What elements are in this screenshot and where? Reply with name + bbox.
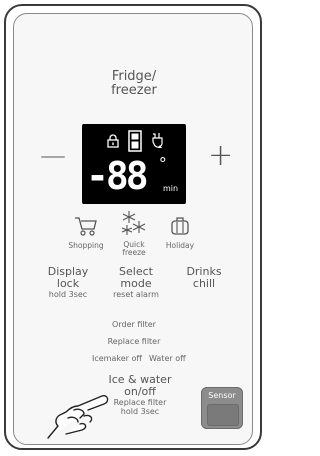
shopping-indicator: Shopping	[66, 215, 106, 250]
drinks-chill-button[interactable]: Drinks chill	[178, 266, 230, 290]
replace-filter-indicator: Replace filter	[107, 337, 161, 346]
fridge-freezer-button[interactable]: Fridge/ freezer	[84, 70, 184, 98]
order-filter-indicator: Order filter	[112, 320, 156, 329]
holiday-indicator: Holiday	[160, 215, 200, 250]
fridge-freezer-label-2: freezer	[111, 83, 157, 98]
quick-freeze-indicator: Quick freeze	[114, 209, 154, 257]
suitcase-icon	[171, 217, 189, 235]
drinks-chill-label-2: chill	[192, 277, 216, 290]
icemaker-off-indicator: Icemaker off	[92, 354, 142, 363]
fridge-freezer-label-1: Fridge/	[111, 69, 157, 84]
select-mode-button[interactable]: Select mode reset alarm	[106, 266, 166, 300]
pointing-hand-icon	[47, 394, 109, 439]
sensor-label: Sensor	[208, 391, 236, 400]
holiday-label: Holiday	[165, 241, 195, 250]
degree-symbol: °	[158, 154, 168, 173]
sensor-pad	[207, 404, 239, 426]
lock-icon	[107, 134, 119, 148]
snowflake-icon	[121, 211, 146, 235]
minutes-unit: min	[163, 184, 179, 193]
shopping-label: Shopping	[68, 241, 104, 250]
display-lock-label-2: lock	[56, 277, 80, 290]
water-filter-icon	[152, 133, 163, 148]
display-lock-button[interactable]: Display lock hold 3sec	[40, 266, 96, 300]
sensor-button[interactable]: Sensor	[201, 387, 243, 429]
water-off-indicator: Water off	[149, 354, 186, 363]
select-mode-sub: reset alarm	[113, 290, 159, 299]
plus-button[interactable]: +	[208, 138, 233, 173]
lcd-display: -88 ° min	[82, 124, 186, 204]
fridge-icon	[128, 130, 142, 152]
shopping-cart-icon	[75, 217, 97, 236]
minus-button[interactable]: —	[40, 141, 66, 171]
display-lock-sub: hold 3sec	[48, 290, 88, 299]
temperature-digits: -88	[86, 154, 149, 198]
quick-freeze-label-2: freeze	[122, 248, 146, 257]
select-mode-label-2: mode	[120, 277, 152, 290]
